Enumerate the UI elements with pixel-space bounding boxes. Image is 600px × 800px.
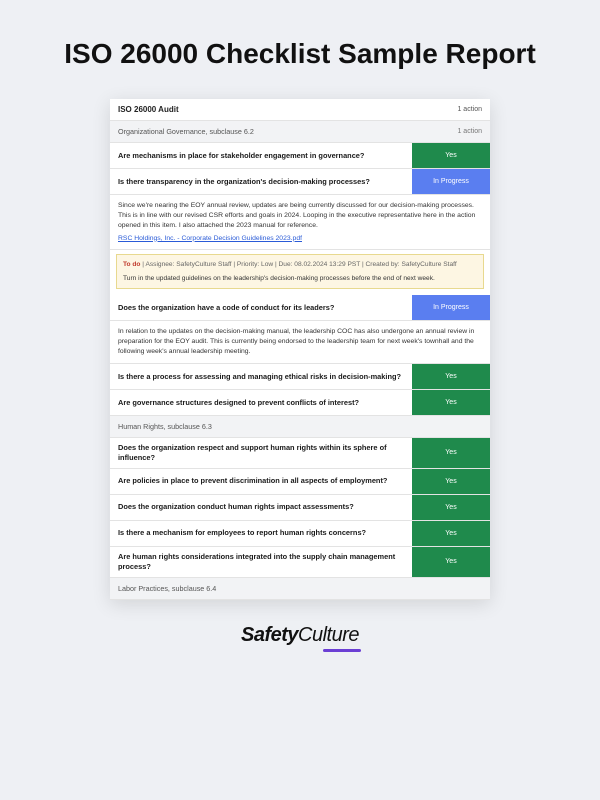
question-row: Are human rights considerations integrat…	[110, 547, 490, 578]
status-tag-yes: Yes	[412, 438, 490, 468]
status-tag-yes: Yes	[412, 547, 490, 577]
section-title: Human Rights, subclause 6.3	[118, 422, 212, 431]
audit-title: ISO 26000 Audit	[118, 105, 179, 114]
status-tag-in-progress: In Progress	[412, 295, 490, 320]
status-tag-yes: Yes	[412, 469, 490, 494]
brand-part1: Safety	[241, 624, 298, 646]
question-text: Are policies in place to prevent discrim…	[110, 469, 412, 494]
question-note: Since we're nearing the EOY annual revie…	[110, 195, 490, 250]
question-row: Are policies in place to prevent discrim…	[110, 469, 490, 495]
question-text: Are governance structures designed to pr…	[110, 390, 412, 415]
question-row: Does the organization respect and suppor…	[110, 438, 490, 469]
question-row: Are governance structures designed to pr…	[110, 390, 490, 416]
question-text: Are mechanisms in place for stakeholder …	[110, 143, 412, 168]
audit-action-count: 1 action	[457, 106, 482, 113]
status-tag-yes: Yes	[412, 364, 490, 389]
question-text: Is there a process for assessing and man…	[110, 364, 412, 389]
question-text: Are human rights considerations integrat…	[110, 547, 412, 577]
question-row: Does the organization conduct human righ…	[110, 495, 490, 521]
todo-box: To do | Assignee: SafetyCulture Staff | …	[116, 254, 484, 289]
question-row: Is there a mechanism for employees to re…	[110, 521, 490, 547]
question-text: Is there transparency in the organizatio…	[110, 169, 412, 194]
question-row: Are mechanisms in place for stakeholder …	[110, 143, 490, 169]
brand-part2: Culture	[298, 624, 359, 646]
todo-task: Turn in the updated guidelines on the le…	[123, 274, 477, 284]
report-card: ISO 26000 Audit 1 action Organizational …	[110, 99, 490, 600]
audit-header: ISO 26000 Audit 1 action	[110, 99, 490, 121]
status-tag-yes: Yes	[412, 143, 490, 168]
attachment-link[interactable]: RSC Holdings, Inc. - Corporate Decision …	[118, 235, 302, 242]
question-text: Does the organization have a code of con…	[110, 295, 412, 320]
question-row: Is there transparency in the organizatio…	[110, 169, 490, 195]
page-title: ISO 26000 Checklist Sample Report	[64, 36, 536, 71]
todo-meta: | Assignee: SafetyCulture Staff | Priori…	[142, 261, 456, 268]
question-note: In relation to the updates on the decisi…	[110, 321, 490, 364]
section-header: Organizational Governance, subclause 6.2…	[110, 121, 490, 143]
status-tag-yes: Yes	[412, 495, 490, 520]
section-title: Organizational Governance, subclause 6.2	[118, 127, 254, 136]
section-header: Labor Practices, subclause 6.4	[110, 578, 490, 600]
question-text: Does the organization respect and suppor…	[110, 438, 412, 468]
section-title: Labor Practices, subclause 6.4	[118, 584, 216, 593]
brand-underline	[323, 649, 361, 652]
question-row: Is there a process for assessing and man…	[110, 364, 490, 390]
section-header: Human Rights, subclause 6.3	[110, 416, 490, 438]
question-text: Does the organization conduct human righ…	[110, 495, 412, 520]
status-tag-in-progress: In Progress	[412, 169, 490, 194]
brand-logo: SafetyCulture	[241, 600, 359, 652]
question-row: Does the organization have a code of con…	[110, 295, 490, 321]
question-text: Is there a mechanism for employees to re…	[110, 521, 412, 546]
status-tag-yes: Yes	[412, 521, 490, 546]
status-tag-yes: Yes	[412, 390, 490, 415]
todo-label: To do	[123, 261, 142, 268]
section-action-count: 1 action	[457, 128, 482, 135]
